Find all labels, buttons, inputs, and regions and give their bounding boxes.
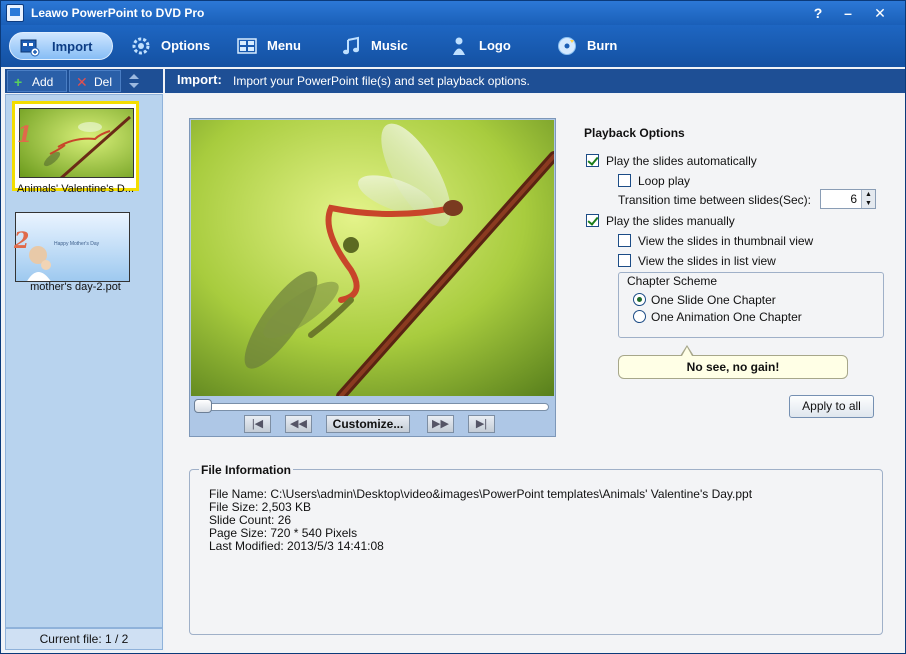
slide-thumbnail-1[interactable]: 1 Animals' Valentine's D...	[12, 101, 139, 201]
tab-import-label: Import	[52, 39, 93, 54]
loop-play-label: Loop play	[638, 174, 691, 188]
import-icon	[20, 39, 40, 57]
tab-burn-label: Burn	[587, 38, 618, 53]
spinner-down-arrow[interactable]: ▼	[861, 199, 875, 208]
last-slide-button[interactable]: ▶|	[468, 415, 495, 433]
thumbnail-view-label: View the slides in thumbnail view	[638, 234, 814, 248]
tooltip-hint: No see, no gain!	[618, 355, 848, 379]
delete-button-label: Del	[94, 75, 113, 89]
tab-music-label: Music	[371, 38, 408, 53]
reorder-arrows[interactable]	[125, 71, 143, 91]
close-button[interactable]: ✕	[869, 3, 891, 23]
playback-options-title: Playback Options	[584, 126, 685, 140]
one-slide-one-chapter-radio[interactable]	[633, 293, 646, 306]
add-button[interactable]: + Add	[7, 70, 67, 92]
disc-icon	[558, 37, 576, 55]
slide-thumbnail-frame: 1	[12, 101, 139, 191]
playback-progress-track[interactable]	[198, 403, 549, 411]
play-automatically-label: Play the slides automatically	[606, 154, 757, 168]
one-animation-one-chapter-label: One Animation One Chapter	[651, 310, 802, 324]
first-slide-button[interactable]: |◀	[244, 415, 271, 433]
slide-list[interactable]: 1 Animals' Valentine's D... Happy Mother…	[5, 94, 163, 628]
play-automatically-checkbox[interactable]	[586, 154, 599, 167]
next-slide-button[interactable]: ▶▶	[427, 415, 454, 433]
slide-caption: Animals' Valentine's D...	[16, 183, 135, 195]
music-note-icon	[343, 36, 359, 55]
slide-caption: mother's day-2.pot	[30, 281, 121, 293]
help-button[interactable]: ?	[807, 3, 829, 23]
tab-options-label: Options	[161, 38, 211, 53]
transition-time-label: Transition time between slides(Sec):	[618, 193, 811, 207]
slide-number-badge: 2	[14, 228, 30, 254]
person-icon	[453, 37, 465, 55]
list-view-checkbox[interactable]	[618, 254, 631, 267]
preview-player: |◀ ◀◀ Customize... ▶▶ ▶|	[189, 118, 556, 437]
playback-slider-handle[interactable]	[194, 399, 212, 413]
slide-2-preview-image: Happy Mother's Day	[15, 212, 130, 282]
one-animation-one-chapter-radio[interactable]	[633, 310, 646, 323]
transition-time-value[interactable]: 6	[821, 192, 857, 206]
play-manually-checkbox[interactable]	[586, 214, 599, 227]
slide-preview-image	[191, 120, 554, 396]
list-view-label: View the slides in list view	[638, 254, 776, 268]
section-header: Import: Import your PowerPoint file(s) a…	[165, 69, 905, 93]
window-title: Leawo PowerPoint to DVD Pro	[31, 6, 205, 20]
slide-number-badge: 1	[17, 122, 33, 148]
section-title: Import:	[177, 72, 222, 87]
apply-to-all-button[interactable]: Apply to all	[789, 395, 874, 418]
previous-slide-button[interactable]: ◀◀	[285, 415, 312, 433]
file-information-title: File Information	[199, 463, 293, 477]
transition-time-spinner[interactable]: 6 ▲ ▼	[820, 189, 876, 209]
one-slide-one-chapter-label: One Slide One Chapter	[651, 293, 776, 307]
loop-play-checkbox[interactable]	[618, 174, 631, 187]
tab-menu[interactable]: Menu	[237, 32, 317, 60]
chapter-scheme-title: Chapter Scheme	[625, 274, 720, 288]
tab-logo[interactable]: Logo	[449, 32, 529, 60]
plus-icon: +	[14, 74, 23, 90]
tab-logo-label: Logo	[479, 38, 511, 53]
tab-music[interactable]: Music	[341, 32, 421, 60]
minimize-button[interactable]: –	[837, 3, 859, 23]
slide-1-preview-image	[19, 108, 134, 178]
spinner-up-arrow[interactable]: ▲	[861, 190, 875, 199]
current-file-status: Current file: 1 / 2	[5, 628, 163, 650]
delete-button[interactable]: ✕ Del	[69, 70, 121, 92]
add-button-label: Add	[32, 75, 54, 89]
title-bar: Leawo PowerPoint to DVD Pro ? – ✕	[1, 1, 905, 25]
slide-thumbnail-2[interactable]: Happy Mother's Day 2 mother's day-2.pot	[12, 208, 139, 298]
slide-2-mini-title: Happy Mother's Day	[54, 241, 100, 247]
up-down-arrows-icon	[129, 74, 139, 88]
thumbnail-view-checkbox[interactable]	[618, 234, 631, 247]
play-manually-label: Play the slides manually	[606, 214, 735, 228]
tab-options[interactable]: Options	[131, 32, 221, 60]
main-toolbar: Import Options Menu Music Logo Burn	[1, 25, 905, 67]
slide-list-toolbar: + Add ✕ Del	[5, 69, 163, 93]
x-icon: ✕	[76, 74, 88, 90]
app-window: Leawo PowerPoint to DVD Pro ? – ✕ Import…	[0, 0, 906, 654]
section-description: Import your PowerPoint file(s) and set p…	[233, 74, 530, 88]
tooltip-pointer-fill	[682, 347, 692, 356]
tab-menu-label: Menu	[267, 38, 301, 53]
last-modified-info: Last Modified: 2013/5/3 14:41:08	[209, 539, 384, 553]
tab-burn[interactable]: Burn	[557, 32, 637, 60]
gear-icon	[132, 37, 150, 55]
import-panel: |◀ ◀◀ Customize... ▶▶ ▶| Playback Option…	[165, 94, 905, 653]
menu-grid-icon	[237, 38, 257, 54]
tab-import[interactable]: Import	[9, 32, 113, 60]
customize-button[interactable]: Customize...	[326, 415, 410, 433]
app-icon	[6, 4, 24, 22]
